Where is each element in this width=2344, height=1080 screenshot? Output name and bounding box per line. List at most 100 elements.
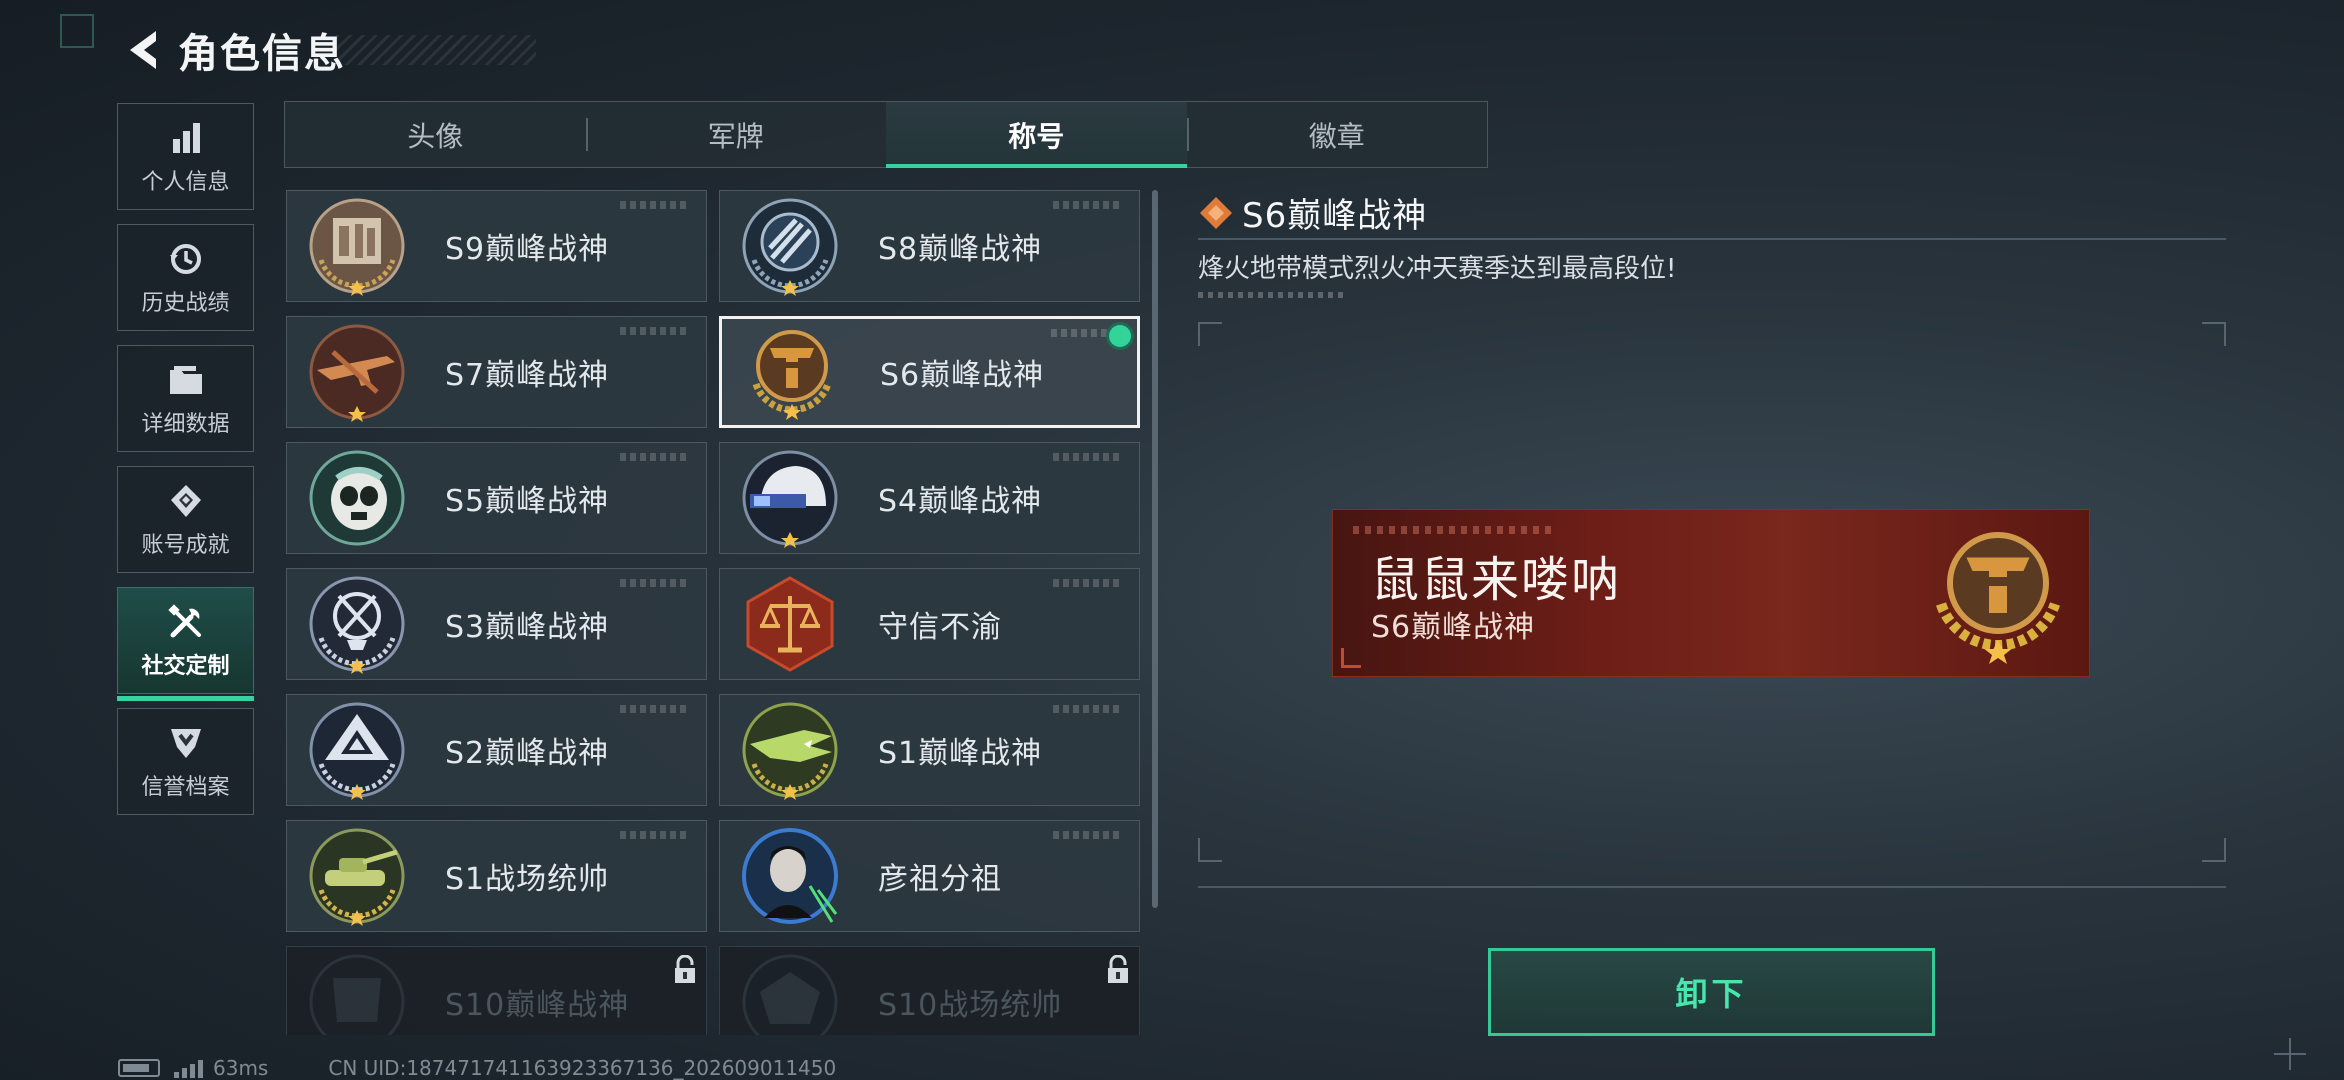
s6-t-emblem-icon: [752, 330, 832, 420]
card-decoration: [620, 831, 690, 839]
equipped-indicator: [1109, 325, 1131, 347]
s5-skull-emblem-icon: [309, 450, 405, 546]
title-name: 守信不渝: [878, 610, 1002, 645]
detail-title-row: S6巅峰战神: [1198, 188, 1427, 237]
achievement-medal-icon: [170, 484, 201, 517]
sidebar-item-label: 个人信息: [141, 169, 230, 195]
folder-icon: [169, 365, 202, 394]
banner-bracket: [1341, 648, 1361, 668]
lock-icon: [675, 955, 695, 983]
scales-emblem-icon: [746, 576, 834, 672]
sidebar-item-detailed-data[interactable]: 详细数据: [117, 345, 254, 452]
crosshair-icon: [2274, 1038, 2306, 1070]
unequip-button[interactable]: 卸下: [1488, 948, 1935, 1036]
s10-commander-emblem-icon: [742, 954, 838, 1035]
description-decoration: [1198, 292, 1346, 298]
detail-divider: [1198, 238, 2226, 240]
title-card-s10-commander[interactable]: S10战场统帅: [719, 946, 1140, 1035]
sidebar-item-label: 账号成就: [141, 532, 230, 558]
card-decoration: [620, 705, 690, 713]
bar-chart-icon: [172, 122, 200, 153]
preview-frame-corner: [2202, 322, 2226, 346]
s8-emblem-icon: [742, 198, 838, 296]
title-card-s6[interactable]: S6巅峰战神: [719, 316, 1140, 428]
detail-description: 烽火地带模式烈火冲天赛季达到最高段位!: [1198, 254, 1677, 284]
tab-avatar[interactable]: 头像: [285, 102, 586, 167]
title-name: S6巅峰战神: [880, 358, 1045, 393]
title-card-s8[interactable]: S8巅峰战神: [719, 190, 1140, 302]
title-list-scrollbar[interactable]: [1152, 190, 1158, 908]
sidebar-item-label: 详细数据: [141, 411, 230, 437]
tab-badge[interactable]: 徽章: [1186, 102, 1488, 167]
title-card-s4[interactable]: S4巅峰战神: [719, 442, 1140, 554]
portrait-emblem-icon: [742, 828, 838, 924]
sidebar: 个人信息 历史战绩 详细数据 账号成就 社交定制 信誉档案: [117, 103, 254, 829]
title-card-s3[interactable]: S3巅峰战神: [286, 568, 707, 680]
status-bar: 63ms CN UID:187471741163923367136_202609…: [118, 1056, 836, 1080]
header: 角色信息: [118, 22, 536, 78]
signal-icon: [174, 1058, 203, 1078]
s1-crocodile-emblem-icon: [742, 702, 838, 800]
sidebar-item-personal-info[interactable]: 个人信息: [117, 103, 254, 210]
title-name: S9巅峰战神: [445, 232, 610, 267]
category-tabs: 头像 军牌 称号 徽章: [284, 101, 1488, 168]
s9-emblem-icon: [309, 198, 405, 296]
title-card-yanzu[interactable]: 彦祖分祖: [719, 820, 1140, 932]
title-card-s9[interactable]: S9巅峰战神: [286, 190, 707, 302]
corner-frame-mark: [60, 14, 94, 48]
banner-decoration: [1353, 526, 1553, 534]
sidebar-item-reputation[interactable]: 信誉档案: [117, 708, 254, 815]
tab-dog-tag[interactable]: 军牌: [585, 102, 887, 167]
card-decoration: [620, 453, 690, 461]
card-decoration: [620, 327, 690, 335]
card-decoration: [1053, 453, 1123, 461]
detail-title: S6巅峰战神: [1242, 196, 1428, 236]
title-card-s1[interactable]: S1巅峰战神: [719, 694, 1140, 806]
sidebar-item-achievements[interactable]: 账号成就: [117, 466, 254, 573]
s7-rifle-emblem-icon: [309, 324, 405, 422]
title-card-s7[interactable]: S7巅峰战神: [286, 316, 707, 428]
title-name: S7巅峰战神: [445, 358, 610, 393]
tank-emblem-icon: [309, 828, 405, 926]
title-preview-banner: 鼠鼠来喽呐 S6巅峰战神: [1332, 509, 2090, 677]
card-decoration: [1053, 579, 1123, 587]
title-name: 彦祖分祖: [878, 862, 1002, 897]
title-name: S5巅峰战神: [445, 484, 610, 519]
s2-triangle-emblem-icon: [309, 702, 405, 800]
back-button[interactable]: [118, 22, 166, 78]
title-card-trust[interactable]: 守信不渝: [719, 568, 1140, 680]
preview-frame-corner: [1198, 322, 1222, 346]
s6-t-emblem-icon: [1936, 532, 2060, 664]
card-decoration: [1053, 831, 1123, 839]
ping-value: 63ms: [213, 1056, 269, 1080]
shield-chevron-icon: [170, 728, 201, 758]
title-card-s5[interactable]: S5巅峰战神: [286, 442, 707, 554]
title-name: S1战场统帅: [445, 862, 610, 897]
preview-divider: [1198, 886, 2226, 888]
back-arrow-icon: [130, 31, 156, 69]
title-name: S4巅峰战神: [878, 484, 1043, 519]
title-name: S8巅峰战神: [878, 232, 1043, 267]
title-name: S10战场统帅: [878, 988, 1063, 1023]
title-card-s10[interactable]: S10巅峰战神: [286, 946, 707, 1035]
lock-icon: [1108, 955, 1128, 983]
sidebar-item-social-custom[interactable]: 社交定制: [117, 587, 254, 701]
tab-title[interactable]: 称号: [886, 102, 1187, 168]
battery-icon: [118, 1059, 160, 1077]
card-decoration: [1053, 201, 1123, 209]
sidebar-item-label: 社交定制: [141, 653, 230, 679]
title-name: S3巅峰战神: [445, 610, 610, 645]
title-card-s1-commander[interactable]: S1战场统帅: [286, 820, 707, 932]
preview-frame-corner: [1198, 838, 1222, 862]
preview-player-name: 鼠鼠来喽呐: [1371, 552, 1622, 608]
title-name: S2巅峰战神: [445, 736, 610, 771]
history-clock-icon: [169, 243, 201, 274]
s4-helmet-emblem-icon: [742, 450, 838, 548]
s10-emblem-icon: [309, 954, 405, 1035]
sidebar-item-history[interactable]: 历史战绩: [117, 224, 254, 331]
title-card-s2[interactable]: S2巅峰战神: [286, 694, 707, 806]
s3-globe-emblem-icon: [309, 576, 405, 674]
user-uid: CN UID:187471741163923367136_20260901145…: [328, 1056, 837, 1080]
title-name: S10巅峰战神: [445, 988, 630, 1023]
title-decoration: [336, 35, 536, 65]
